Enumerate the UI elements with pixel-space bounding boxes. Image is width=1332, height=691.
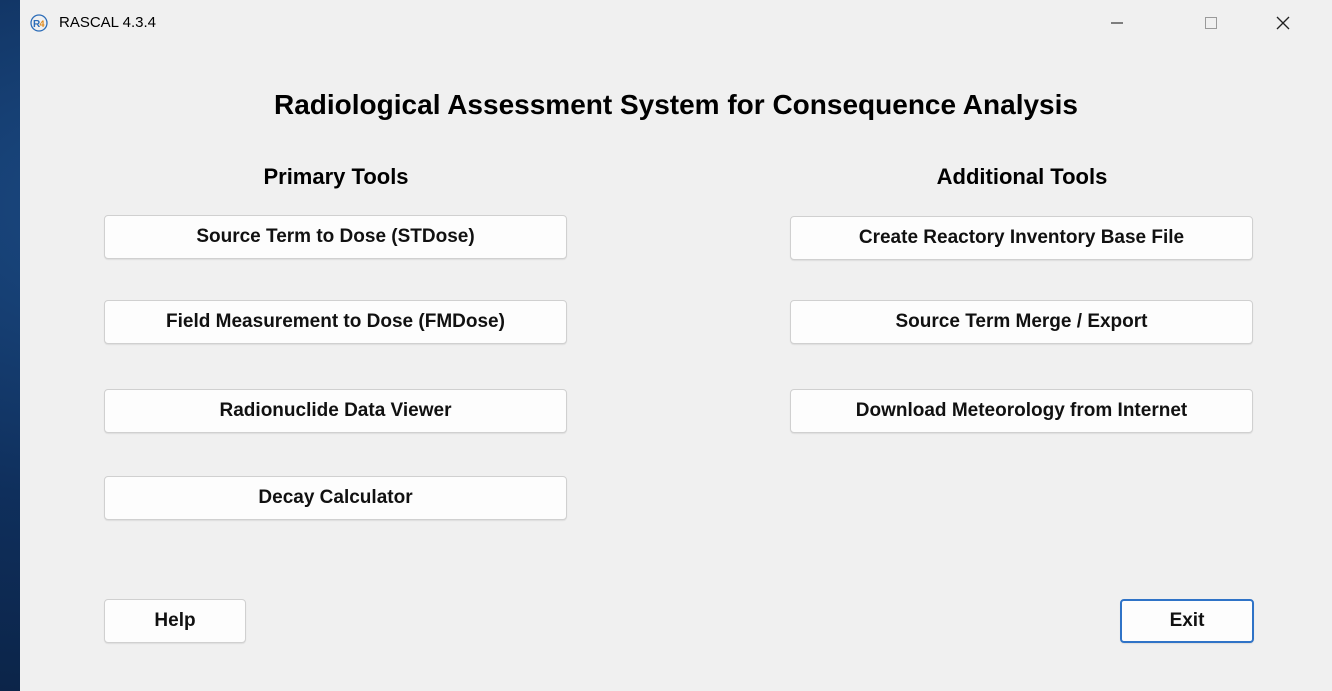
title-bar[interactable]: R 4 RASCAL 4.3.4: [20, 0, 1332, 46]
primary-tools-heading: Primary Tools: [263, 164, 409, 189]
page-title: Radiological Assessment System for Conse…: [274, 89, 1078, 120]
maximize-icon: [1205, 17, 1217, 29]
exit-button[interactable]: Exit: [1120, 599, 1254, 643]
create-inventory-base-file-button[interactable]: Create Reactory Inventory Base File: [790, 216, 1253, 260]
window-title: RASCAL 4.3.4: [59, 14, 156, 31]
rascal-app-icon: R 4: [30, 14, 48, 32]
maximize-button[interactable]: [1188, 0, 1234, 46]
main-window: R 4 RASCAL 4.3.4 Radiological Assessment…: [20, 0, 1332, 691]
minimize-icon: [1111, 22, 1123, 24]
minimize-button[interactable]: [1094, 0, 1140, 46]
help-button[interactable]: Help: [104, 599, 246, 643]
radionuclide-data-viewer-button[interactable]: Radionuclide Data Viewer: [104, 389, 567, 433]
close-icon: [1276, 16, 1290, 30]
download-meteorology-button[interactable]: Download Meteorology from Internet: [790, 389, 1253, 433]
additional-tools-heading: Additional Tools: [936, 164, 1108, 189]
decay-calculator-button[interactable]: Decay Calculator: [104, 476, 567, 520]
fmdose-button[interactable]: Field Measurement to Dose (FMDose): [104, 300, 567, 344]
source-term-merge-export-button[interactable]: Source Term Merge / Export: [790, 300, 1253, 344]
stdose-button[interactable]: Source Term to Dose (STDose): [104, 215, 567, 259]
close-button[interactable]: [1260, 0, 1306, 46]
svg-text:4: 4: [40, 19, 45, 29]
